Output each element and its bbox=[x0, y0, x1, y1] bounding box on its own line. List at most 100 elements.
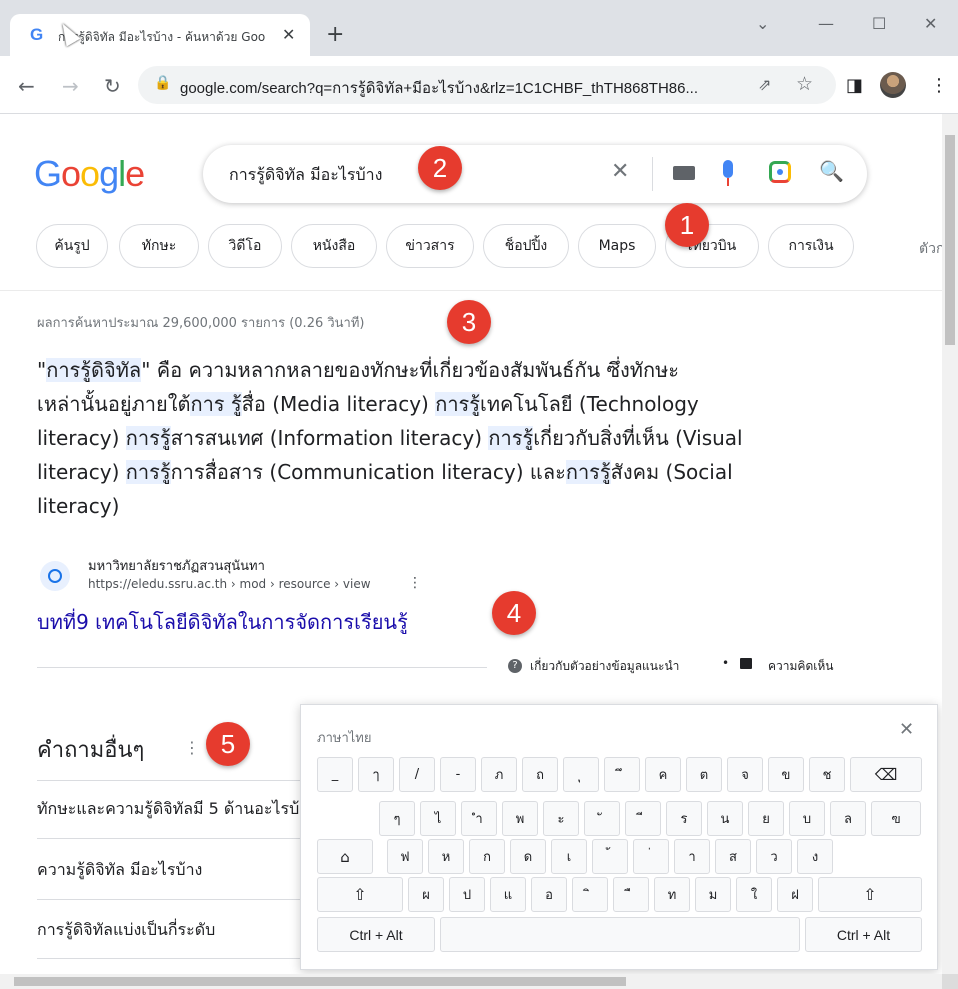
key[interactable]: ว bbox=[756, 839, 792, 874]
key[interactable]: ม bbox=[695, 877, 731, 912]
site-name[interactable]: มหาวิทยาลัยราชภัฏสวนสุนันทา bbox=[88, 555, 265, 576]
key[interactable]: ผ bbox=[408, 877, 444, 912]
menu-kebab-icon[interactable]: ⋮ bbox=[930, 75, 948, 96]
key[interactable]: ต bbox=[686, 757, 722, 792]
reload-icon[interactable]: ↻ bbox=[104, 74, 121, 98]
ctrl-alt-right-key[interactable]: Ctrl + Alt bbox=[805, 917, 922, 952]
share-icon[interactable]: ⇗ bbox=[758, 75, 771, 94]
key[interactable]: ฟ bbox=[387, 839, 423, 874]
key[interactable]: ภ bbox=[481, 757, 517, 792]
maximize-button[interactable]: ☐ bbox=[872, 14, 886, 33]
key[interactable]: เ bbox=[551, 839, 587, 874]
key[interactable]: ใ bbox=[736, 877, 772, 912]
key[interactable]: ร bbox=[666, 801, 702, 836]
key[interactable]: ฃ bbox=[871, 801, 921, 836]
key[interactable]: ั bbox=[584, 801, 620, 836]
google-logo[interactable]: Google bbox=[34, 153, 145, 195]
side-panel-icon[interactable]: ◨ bbox=[846, 75, 863, 96]
shift-left-key-icon[interactable]: ⇧ bbox=[317, 877, 403, 912]
tab-search-icon[interactable]: ⌄ bbox=[756, 14, 769, 33]
key[interactable]: ท bbox=[654, 877, 690, 912]
chip-shopping[interactable]: ช็อปปิ้ง bbox=[483, 224, 569, 268]
key[interactable]: - bbox=[440, 757, 476, 792]
key[interactable]: ้ bbox=[592, 839, 628, 874]
site-favicon-icon[interactable] bbox=[40, 561, 70, 591]
key[interactable]: ช bbox=[809, 757, 845, 792]
new-tab-button[interactable]: + bbox=[326, 22, 344, 47]
key[interactable]: น bbox=[707, 801, 743, 836]
feedback-link[interactable]: ความคิดเห็น bbox=[768, 657, 833, 676]
key[interactable]: ไ bbox=[420, 801, 456, 836]
key[interactable]: _ bbox=[317, 757, 353, 792]
search-input[interactable]: การรู้ดิจิทัล มีอะไรบ้าง bbox=[229, 163, 382, 188]
paa-question[interactable]: การรู้ดิจิทัลแบ่งเป็นกี่ระดับ bbox=[37, 918, 337, 943]
profile-avatar[interactable] bbox=[880, 72, 906, 98]
address-bar[interactable]: 🔒 google.com/search?q=การรู้ดิจิทัล+มีอะ… bbox=[138, 66, 836, 104]
key[interactable]: ถ bbox=[522, 757, 558, 792]
key[interactable]: ย bbox=[748, 801, 784, 836]
caps-lock-key-icon[interactable]: ⌂ bbox=[317, 839, 373, 874]
paa-menu-icon[interactable]: ⋮ bbox=[184, 738, 200, 757]
key[interactable]: ำ bbox=[461, 801, 497, 836]
key[interactable]: ่ bbox=[633, 839, 669, 874]
about-snippet-link[interactable]: เกี่ยวกับตัวอย่างข้อมูลแนะนำ bbox=[530, 657, 679, 676]
search-icon[interactable]: 🔍 bbox=[819, 159, 844, 183]
site-url[interactable]: https://eledu.ssru.ac.th › mod › resourc… bbox=[88, 577, 371, 591]
close-window-button[interactable]: ✕ bbox=[924, 14, 937, 33]
key[interactable]: ล bbox=[830, 801, 866, 836]
key[interactable]: ึ bbox=[604, 757, 640, 792]
key[interactable]: จ bbox=[727, 757, 763, 792]
minimize-button[interactable]: — bbox=[818, 14, 834, 33]
backspace-key-icon[interactable]: ⌫ bbox=[850, 757, 922, 792]
chip-finance[interactable]: การเงิน bbox=[768, 224, 854, 268]
paa-question[interactable]: ความรู้ดิจิทัล มีอะไรบ้าง bbox=[37, 858, 337, 883]
key[interactable]: า bbox=[674, 839, 710, 874]
keyboard-close-icon[interactable]: ✕ bbox=[899, 719, 914, 740]
key[interactable]: ค bbox=[645, 757, 681, 792]
feedback-icon[interactable] bbox=[740, 658, 752, 669]
key[interactable]: ส bbox=[715, 839, 751, 874]
key[interactable]: ะ bbox=[543, 801, 579, 836]
microphone-icon[interactable] bbox=[723, 160, 733, 178]
key[interactable]: ๅ bbox=[358, 757, 394, 792]
key[interactable]: ๆ bbox=[379, 801, 415, 836]
search-box[interactable]: การรู้ดิจิทัล มีอะไรบ้าง ✕ 🔍 bbox=[203, 145, 867, 203]
help-icon[interactable]: ? bbox=[508, 659, 522, 673]
paa-question[interactable]: ทักษะและความรู้ดิจิทัลมี 5 ด้านอะไรบ้าง bbox=[37, 797, 337, 822]
key[interactable]: บ bbox=[789, 801, 825, 836]
chip-news[interactable]: ข่าวสาร bbox=[386, 224, 474, 268]
vertical-scroll-thumb[interactable] bbox=[945, 135, 955, 345]
key[interactable]: พ bbox=[502, 801, 538, 836]
key[interactable]: ง bbox=[797, 839, 833, 874]
key[interactable]: อ bbox=[531, 877, 567, 912]
key[interactable]: ด bbox=[510, 839, 546, 874]
key[interactable]: ุ bbox=[563, 757, 599, 792]
clear-icon[interactable]: ✕ bbox=[611, 159, 629, 184]
key[interactable]: ิ bbox=[572, 877, 608, 912]
horizontal-scroll-thumb[interactable] bbox=[14, 977, 626, 986]
keyboard-icon[interactable] bbox=[673, 166, 695, 180]
result-title-link[interactable]: บทที่9 เทคโนโลยีดิจิทัลในการจัดการเรียนร… bbox=[37, 606, 408, 638]
key[interactable]: ื bbox=[613, 877, 649, 912]
key[interactable]: ห bbox=[428, 839, 464, 874]
back-arrow-icon[interactable]: ← bbox=[18, 74, 35, 98]
key[interactable]: ฝ bbox=[777, 877, 813, 912]
key[interactable]: แ bbox=[490, 877, 526, 912]
key[interactable]: ี bbox=[625, 801, 661, 836]
key[interactable]: / bbox=[399, 757, 435, 792]
google-lens-icon[interactable] bbox=[769, 161, 791, 183]
ctrl-alt-left-key[interactable]: Ctrl + Alt bbox=[317, 917, 435, 952]
chip-skills[interactable]: ทักษะ bbox=[119, 224, 199, 268]
close-tab-icon[interactable]: ✕ bbox=[282, 25, 295, 44]
browser-tab[interactable]: G การรู้ดิจิทัล มีอะไรบ้าง - ค้นหาด้วย G… bbox=[10, 14, 310, 58]
chip-images[interactable]: ค้นรูป bbox=[36, 224, 108, 268]
chip-videos[interactable]: วิดีโอ bbox=[208, 224, 282, 268]
chip-more[interactable]: ตัวก bbox=[919, 238, 944, 260]
space-key[interactable] bbox=[440, 917, 800, 952]
key[interactable]: ข bbox=[768, 757, 804, 792]
shift-right-key-icon[interactable]: ⇧ bbox=[818, 877, 922, 912]
key[interactable]: ป bbox=[449, 877, 485, 912]
lock-icon[interactable]: 🔒 bbox=[154, 75, 171, 91]
chip-maps[interactable]: Maps bbox=[578, 224, 656, 268]
result-menu-icon[interactable]: ⋮ bbox=[408, 575, 422, 591]
